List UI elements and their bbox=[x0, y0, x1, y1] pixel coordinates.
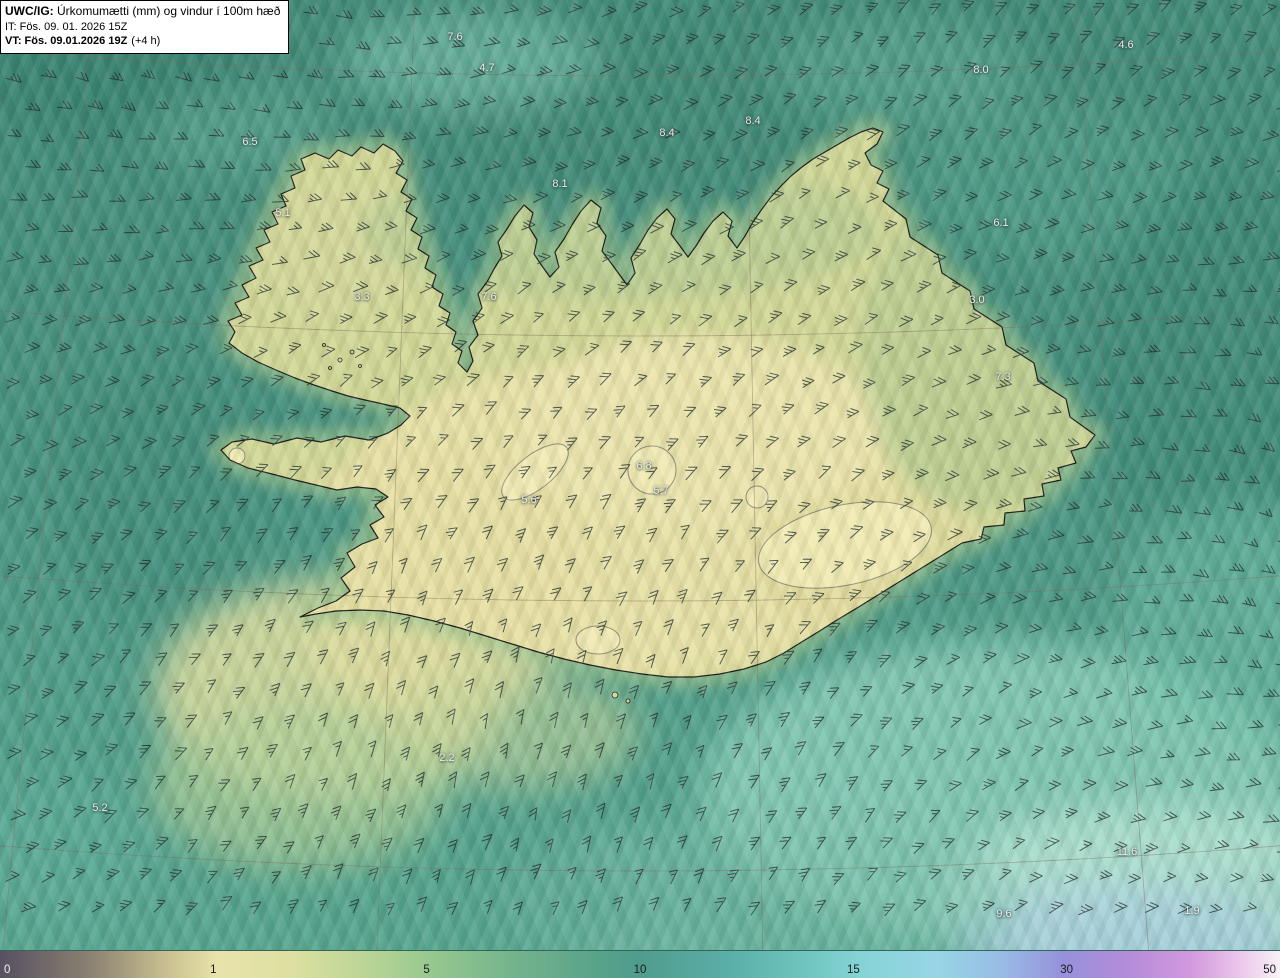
product-title-line: UWC/IG: Úrkomumætti (mm) og vindur í 100… bbox=[5, 4, 280, 20]
map-canvas bbox=[0, 0, 1280, 950]
colorbar-tick-label: 10 bbox=[633, 964, 647, 976]
init-time-line: IT: Fös. 09. 01. 2026 15Z bbox=[5, 20, 128, 33]
weather-map-page: 7.6 4.7 4.6 8.0 6.5 8.4 8.4 8.1 5.1 6.1 3.3 7.6 3.0 7… bbox=[0, 0, 1280, 978]
model-name: UWC/IG: bbox=[5, 4, 54, 18]
valid-time-line: VT: Fös. 09.01.2026 19Z (+4 h) bbox=[5, 34, 280, 49]
colorbar-tick-label: 15 bbox=[846, 964, 860, 976]
valid-time: VT: Fös. 09.01.2026 19Z bbox=[5, 35, 128, 48]
valid-offset: (+4 h) bbox=[131, 35, 161, 48]
colorbar-tick-label: 5 bbox=[423, 964, 430, 976]
colorbar-tick-label: 30 bbox=[1060, 964, 1074, 976]
colorbar-tick-label: 1 bbox=[210, 964, 217, 976]
colorbar-tick-label: 0 bbox=[4, 964, 11, 976]
product-title: Úrkomumætti (mm) og vindur í 100m hæð bbox=[57, 4, 281, 18]
map-legend-box: UWC/IG: Úrkomumætti (mm) og vindur í 100… bbox=[0, 0, 290, 54]
precip-colorbar: 0 1 5 10 15 30 50 bbox=[0, 950, 1280, 978]
colorbar-tick-label: 50 bbox=[1263, 964, 1276, 976]
